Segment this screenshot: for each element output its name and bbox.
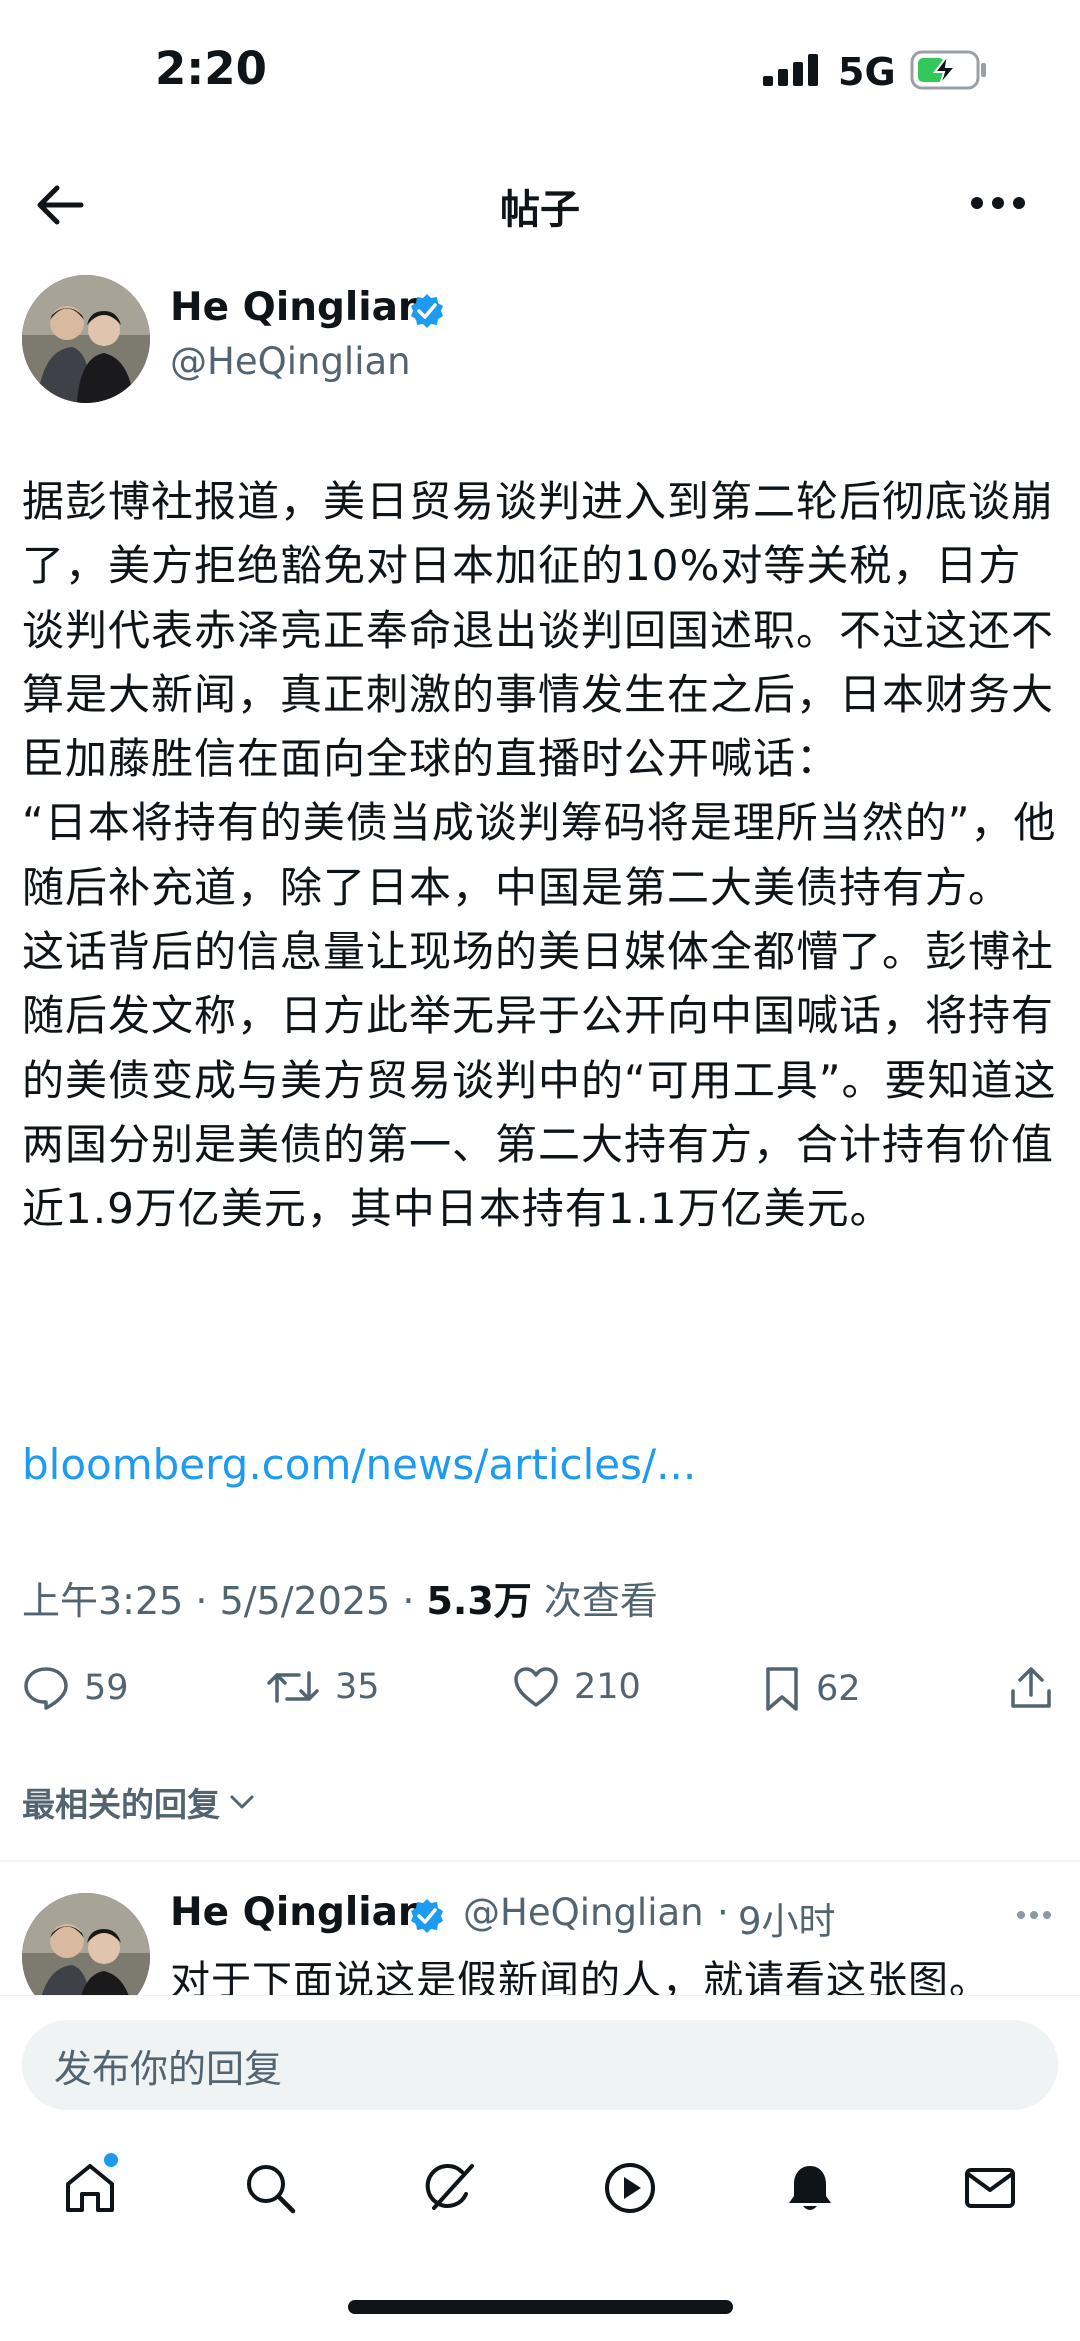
reply-author-handle[interactable]: @HeQinglian bbox=[463, 1891, 704, 1934]
bookmark-icon bbox=[766, 1667, 798, 1711]
more-horizontal-icon bbox=[971, 197, 1025, 209]
reply-compose-input[interactable]: 发布你的回复 bbox=[22, 2020, 1058, 2110]
post-body: 据彭博社报道，美日贸易谈判进入到第二轮后彻底谈崩了，美方拒绝豁免对日本加征的10… bbox=[22, 477, 1057, 1234]
views-label: 次查看 bbox=[531, 1579, 658, 1623]
post-link[interactable]: bloomberg.com/news/articles/... bbox=[22, 1440, 696, 1489]
reply-separator: · bbox=[717, 1891, 729, 1934]
nav-video[interactable] bbox=[602, 2160, 658, 2216]
reply-count: 59 bbox=[84, 1668, 129, 1708]
nav-messages[interactable] bbox=[962, 2160, 1018, 2216]
nav-notifications[interactable] bbox=[782, 2160, 838, 2216]
grok-icon bbox=[425, 2164, 474, 2210]
author-handle[interactable]: @HeQinglian bbox=[170, 340, 411, 383]
bookmark-count: 62 bbox=[816, 1669, 861, 1709]
network-type: 5G bbox=[838, 50, 896, 94]
author-name[interactable]: He Qinglian bbox=[170, 285, 426, 330]
home-icon bbox=[66, 2164, 114, 2212]
divider bbox=[0, 1860, 1080, 1862]
notifications-icon bbox=[789, 2166, 831, 2210]
author-avatar[interactable] bbox=[22, 275, 150, 403]
share-icon bbox=[1011, 1667, 1051, 1708]
nav-grok[interactable] bbox=[422, 2160, 478, 2216]
verified-badge-icon bbox=[408, 1897, 446, 1935]
status-time: 2:20 bbox=[155, 42, 267, 95]
like-button[interactable]: 210 bbox=[512, 1665, 641, 1709]
cellular-signal-icon bbox=[763, 54, 821, 86]
share-button[interactable] bbox=[1008, 1665, 1054, 1711]
video-icon bbox=[605, 2163, 655, 2213]
verified-badge-icon bbox=[408, 292, 446, 330]
retweet-count: 35 bbox=[335, 1667, 380, 1707]
reply-more-button[interactable] bbox=[1016, 1910, 1052, 1920]
page-title: 帖子 bbox=[500, 187, 580, 233]
reply-button[interactable]: 59 bbox=[22, 1665, 129, 1711]
reply-time: 9小时 bbox=[738, 1900, 836, 1943]
home-indicator bbox=[348, 2300, 733, 2314]
battery-icon bbox=[910, 50, 988, 90]
messages-icon bbox=[965, 2168, 1015, 2208]
search-icon bbox=[247, 2165, 296, 2214]
replies-sort-label: 最相关的回复 bbox=[22, 1785, 220, 1824]
reply-author-name[interactable]: He Qinglian bbox=[170, 1890, 426, 1935]
post-meta: 上午3:25 · 5/5/2025 · 5.3万 次查看 bbox=[22, 1570, 658, 1625]
home-notification-dot bbox=[104, 2153, 118, 2167]
more-horizontal-icon bbox=[1017, 1911, 1051, 1919]
heart-icon bbox=[514, 1667, 558, 1707]
chevron-down-icon bbox=[230, 1795, 254, 1809]
views-count: 5.3万 bbox=[426, 1579, 532, 1623]
reply-icon bbox=[24, 1667, 68, 1710]
replies-sort-dropdown[interactable]: 最相关的回复 bbox=[22, 1778, 258, 1826]
nav-home[interactable] bbox=[62, 2160, 118, 2216]
retweet-icon bbox=[267, 1671, 319, 1703]
like-count: 210 bbox=[574, 1667, 641, 1707]
bookmark-button[interactable]: 62 bbox=[762, 1665, 861, 1713]
more-options-button[interactable] bbox=[970, 196, 1026, 210]
nav-search[interactable] bbox=[242, 2160, 298, 2216]
retweet-button[interactable]: 35 bbox=[265, 1665, 380, 1709]
post-timestamp: 上午3:25 · 5/5/2025 · bbox=[22, 1579, 427, 1623]
